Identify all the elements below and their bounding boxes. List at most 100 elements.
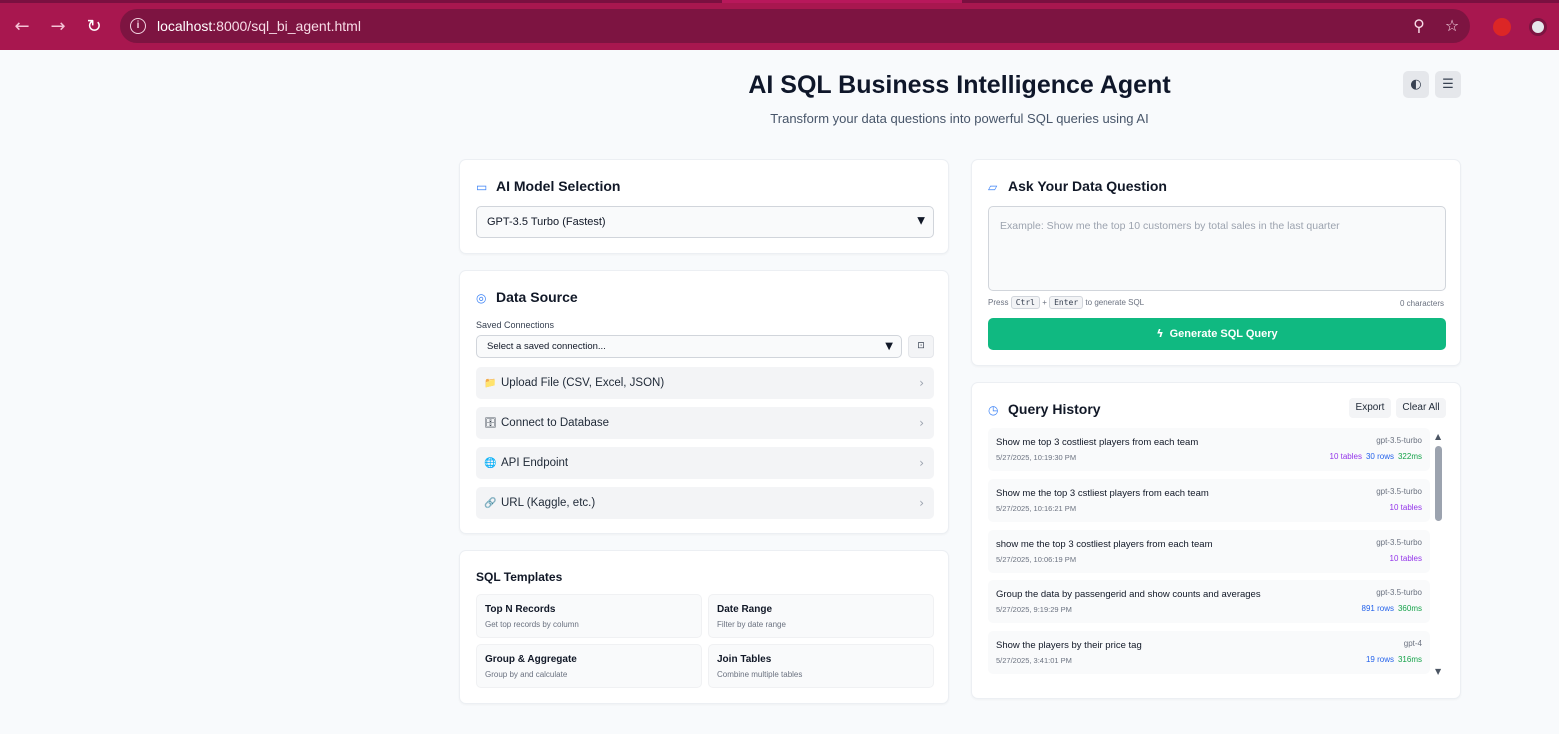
site-info-icon[interactable]: i bbox=[130, 18, 146, 34]
back-icon[interactable]: ← bbox=[10, 15, 34, 39]
url-host: localhost bbox=[157, 18, 213, 34]
history-rows: 19 rows bbox=[1365, 655, 1394, 664]
query-history-card: ◷ Query History Export Clear All Show me … bbox=[971, 382, 1461, 699]
hint-tail: to generate SQL bbox=[1085, 298, 1145, 307]
template-name: Date Range bbox=[717, 604, 773, 615]
history-item[interactable]: Group the data by passengerid and show c… bbox=[988, 580, 1430, 623]
model-select[interactable]: GPT-3.5 Turbo (Fastest) ▼ bbox=[476, 206, 934, 238]
chat-bubble-icon: ▱ bbox=[988, 180, 998, 194]
chevron-right-icon: › bbox=[919, 456, 924, 470]
lightning-icon: ϟ bbox=[1156, 327, 1164, 340]
model-selection-title-text: AI Model Selection bbox=[496, 178, 621, 194]
source-option-label: Connect to Database bbox=[501, 417, 610, 429]
kbd-ctrl: Ctrl bbox=[1010, 296, 1040, 309]
template-desc: Get top records by column bbox=[485, 620, 579, 629]
forward-icon[interactable]: → bbox=[46, 15, 70, 39]
settings-sliders-icon[interactable]: ☰ bbox=[1435, 71, 1461, 98]
chevron-right-icon: › bbox=[919, 416, 924, 430]
question-textarea[interactable]: Example: Show me the top 10 customers by… bbox=[988, 206, 1446, 291]
generate-sql-label: Generate SQL Query bbox=[1169, 328, 1278, 340]
template-name: Join Tables bbox=[717, 654, 772, 665]
data-source-title: ◎ Data Source bbox=[476, 289, 578, 305]
history-stats: 10 tables 30 rows 322ms bbox=[1330, 452, 1423, 461]
generate-sql-button[interactable]: ϟ Generate SQL Query bbox=[988, 318, 1446, 350]
browser-toolbar: ← → ↻ i localhost:8000/sql_bi_agent.html… bbox=[0, 3, 1559, 50]
history-tables: 10 tables bbox=[1389, 503, 1422, 512]
history-time: 5/27/2025, 10:16:21 PM bbox=[996, 504, 1077, 513]
history-item[interactable]: Show me top 3 costliest players from eac… bbox=[988, 428, 1430, 471]
hint-press: Press bbox=[988, 298, 1009, 307]
history-item[interactable]: show me the top 3 costliest players from… bbox=[988, 530, 1430, 573]
export-button[interactable]: Export bbox=[1349, 398, 1391, 418]
history-query: Show me top 3 costliest players from eac… bbox=[996, 437, 1199, 448]
zoom-icon[interactable]: ⚲ bbox=[1410, 17, 1428, 35]
template-top-n[interactable]: Top N Records Get top records by column bbox=[476, 594, 702, 638]
address-bar[interactable]: i localhost:8000/sql_bi_agent.html bbox=[120, 9, 1470, 43]
scroll-up-icon[interactable]: ▲ bbox=[1435, 432, 1441, 441]
history-scrollbar[interactable]: ▲ ▼ bbox=[1434, 432, 1444, 676]
history-query: Show me the top 3 cstliest players from … bbox=[996, 488, 1209, 499]
template-join-tables[interactable]: Join Tables Combine multiple tables bbox=[708, 644, 934, 688]
source-api-endpoint[interactable]: 🌐 API Endpoint › bbox=[476, 447, 934, 479]
monitor-icon: ▭ bbox=[476, 180, 488, 194]
query-history-title-text: Query History bbox=[1008, 401, 1101, 417]
link-icon: 🔗 bbox=[484, 498, 497, 509]
history-model: gpt-3.5-turbo bbox=[1376, 588, 1422, 597]
bookmark-star-icon[interactable]: ☆ bbox=[1443, 17, 1461, 35]
query-history-title: ◷ Query History bbox=[988, 401, 1101, 417]
database-server-icon: 🗄 bbox=[484, 418, 497, 429]
history-item[interactable]: Show the players by their price tag 5/27… bbox=[988, 631, 1430, 674]
history-query: show me the top 3 costliest players from… bbox=[996, 539, 1213, 550]
question-card: ▱ Ask Your Data Question Example: Show me… bbox=[971, 159, 1461, 366]
history-time: 5/27/2025, 10:19:30 PM bbox=[996, 453, 1077, 462]
history-time: 5/27/2025, 9:19:29 PM bbox=[996, 605, 1072, 614]
sql-templates-title: SQL Templates bbox=[476, 570, 563, 584]
template-date-range[interactable]: Date Range Filter by date range bbox=[708, 594, 934, 638]
history-stats: 10 tables bbox=[1390, 554, 1422, 563]
reload-icon[interactable]: ↻ bbox=[82, 15, 106, 39]
saved-connections-label: Saved Connections bbox=[476, 320, 555, 330]
history-stats: 19 rows 316ms bbox=[1362, 655, 1422, 664]
save-connection-icon[interactable]: ⊡ bbox=[908, 335, 934, 358]
saved-connection-select[interactable]: Select a saved connection... ▼ bbox=[476, 335, 902, 358]
template-name: Group & Aggregate bbox=[485, 654, 577, 665]
theme-toggle-icon[interactable]: ◐ bbox=[1403, 71, 1429, 98]
scroll-down-icon[interactable]: ▼ bbox=[1435, 667, 1441, 676]
source-option-label: API Endpoint bbox=[501, 457, 569, 469]
data-source-title-text: Data Source bbox=[496, 289, 578, 305]
template-group-aggregate[interactable]: Group & Aggregate Group by and calculate bbox=[476, 644, 702, 688]
history-model: gpt-3.5-turbo bbox=[1376, 487, 1422, 496]
source-upload-file[interactable]: 📁 Upload File (CSV, Excel, JSON) › bbox=[476, 367, 934, 399]
page-subtitle: Transform your data questions into power… bbox=[770, 111, 1149, 126]
source-url[interactable]: 🔗 URL (Kaggle, etc.) › bbox=[476, 487, 934, 519]
clear-all-button[interactable]: Clear All bbox=[1396, 398, 1446, 418]
history-tables: 10 tables bbox=[1329, 452, 1362, 461]
history-rows: 891 rows bbox=[1361, 604, 1394, 613]
history-time: 5/27/2025, 10:06:19 PM bbox=[996, 555, 1077, 564]
chevron-right-icon: › bbox=[919, 496, 924, 510]
hint-plus: + bbox=[1042, 298, 1047, 307]
folder-icon: 📁 bbox=[484, 378, 497, 389]
extension-icon[interactable] bbox=[1493, 18, 1511, 36]
clock-icon: ◷ bbox=[988, 403, 999, 417]
source-connect-database[interactable]: 🗄 Connect to Database › bbox=[476, 407, 934, 439]
data-source-card: ◎ Data Source Saved Connections Select a … bbox=[459, 270, 949, 534]
url-text[interactable]: localhost:8000/sql_bi_agent.html bbox=[157, 18, 361, 34]
history-duration: 316ms bbox=[1397, 655, 1422, 664]
question-title-text: Ask Your Data Question bbox=[1008, 178, 1167, 194]
template-desc: Group by and calculate bbox=[485, 670, 568, 679]
history-stats: 891 rows 360ms bbox=[1358, 604, 1422, 613]
chevron-right-icon: › bbox=[919, 376, 924, 390]
profile-avatar[interactable] bbox=[1529, 18, 1547, 36]
model-select-value: GPT-3.5 Turbo (Fastest) bbox=[487, 216, 606, 228]
chevron-down-icon: ▼ bbox=[885, 340, 893, 352]
history-model: gpt-3.5-turbo bbox=[1376, 538, 1422, 547]
history-item[interactable]: Show me the top 3 cstliest players from … bbox=[988, 479, 1430, 522]
source-option-label: Upload File (CSV, Excel, JSON) bbox=[501, 377, 665, 389]
template-desc: Filter by date range bbox=[717, 620, 786, 629]
history-stats: 10 tables bbox=[1390, 503, 1422, 512]
kbd-enter: Enter bbox=[1049, 296, 1084, 309]
history-duration: 322ms bbox=[1397, 452, 1422, 461]
sql-templates-card: SQL Templates Top N Records Get top reco… bbox=[459, 550, 949, 704]
scrollbar-thumb[interactable] bbox=[1435, 446, 1442, 521]
